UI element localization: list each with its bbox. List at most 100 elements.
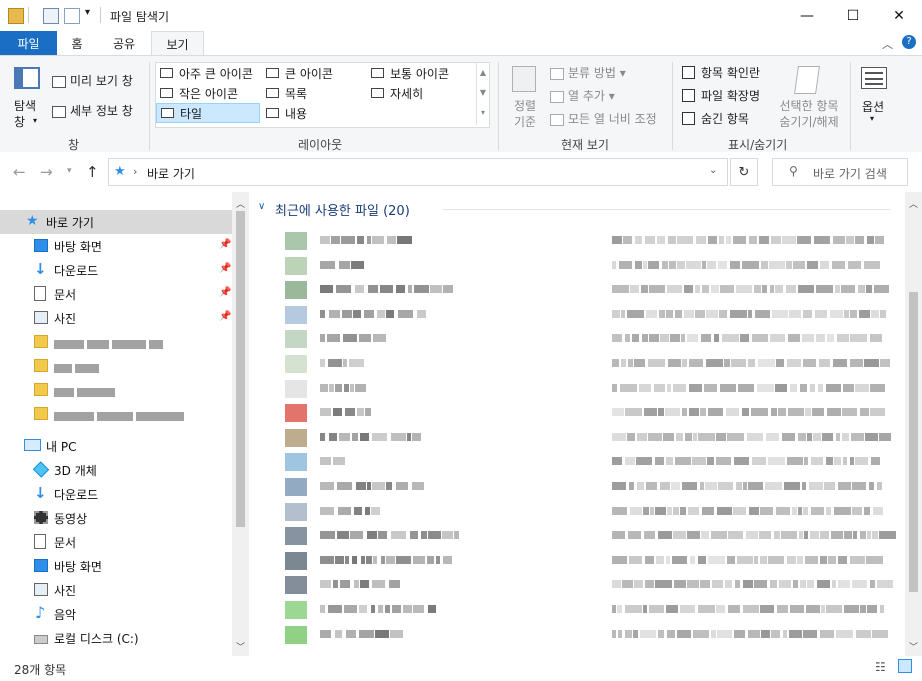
address-dropdown-icon[interactable]: ⌄: [709, 165, 717, 176]
sort-by-button[interactable]: 정렬 기준: [510, 98, 540, 130]
address-path[interactable]: 바로 가기: [147, 165, 195, 182]
nav-item-local-disk[interactable]: 로컬 디스크 (C:): [0, 626, 232, 650]
nav-item-pictures[interactable]: 사진: [0, 578, 232, 602]
file-tile[interactable]: [250, 573, 905, 597]
layout-content[interactable]: 내용: [266, 104, 307, 122]
nav-item-folder[interactable]: [0, 378, 232, 402]
nav-item-folder[interactable]: [0, 354, 232, 378]
group-by-button[interactable]: 분류 방법 ▾: [550, 64, 626, 81]
nav-item-desktop[interactable]: 바탕 화면 📌: [0, 234, 232, 258]
nav-item-documents[interactable]: 문서: [0, 530, 232, 554]
pin-icon[interactable]: 📌: [219, 239, 231, 250]
file-tile[interactable]: [250, 524, 905, 548]
content-scrollbar[interactable]: ︿ ﹀: [905, 192, 922, 656]
file-tile[interactable]: [250, 303, 905, 327]
refresh-button[interactable]: ↻: [730, 158, 758, 186]
add-column-button[interactable]: 열 추가 ▾: [550, 87, 615, 104]
nav-scrollbar[interactable]: ︿ ﹀: [232, 192, 249, 656]
new-folder-icon[interactable]: [64, 8, 80, 24]
nav-item-videos[interactable]: 동영상: [0, 506, 232, 530]
file-tile[interactable]: [250, 623, 905, 647]
nav-item-quick-access[interactable]: ★ 바로 가기: [0, 210, 232, 234]
close-button[interactable]: ✕: [876, 0, 922, 31]
scroll-down-icon[interactable]: ﹀: [909, 640, 918, 653]
hide-selected-icon[interactable]: [794, 66, 820, 94]
tab-share[interactable]: 공유: [104, 31, 144, 55]
hidden-items-checkbox[interactable]: [682, 112, 695, 125]
file-tile[interactable]: [250, 278, 905, 302]
recent-locations-button[interactable]: ▾: [67, 166, 72, 176]
nav-item-this-pc[interactable]: 내 PC: [0, 434, 232, 458]
layout-tiles[interactable]: 타일: [156, 103, 260, 123]
fit-columns-button[interactable]: 모든 열 너비 조정: [550, 110, 657, 127]
search-input[interactable]: ⚲ 바로 가기 검색: [772, 158, 908, 186]
help-icon[interactable]: ?: [902, 35, 916, 49]
file-tile[interactable]: [250, 254, 905, 278]
layout-details[interactable]: 자세히: [371, 84, 423, 102]
pin-icon[interactable]: 📌: [219, 287, 231, 298]
file-tile[interactable]: [250, 229, 905, 253]
file-tile[interactable]: [250, 352, 905, 376]
maximize-button[interactable]: ☐: [830, 0, 876, 31]
nav-item-folder[interactable]: [0, 402, 232, 426]
file-tile[interactable]: [250, 598, 905, 622]
navigation-pane-button[interactable]: 탐색 창: [14, 98, 36, 130]
scroll-up-icon[interactable]: ︿: [909, 197, 918, 210]
nav-item-documents[interactable]: 문서 📌: [0, 282, 232, 306]
layout-large-icons[interactable]: 큰 아이콘: [266, 64, 333, 82]
item-checkboxes-checkbox[interactable]: [682, 66, 695, 79]
tab-view[interactable]: 보기: [151, 31, 204, 57]
layout-extra-large-icons[interactable]: 아주 큰 아이콘: [160, 64, 253, 82]
file-tile[interactable]: [250, 377, 905, 401]
properties-icon[interactable]: [43, 8, 59, 24]
tab-file[interactable]: 파일: [0, 31, 57, 55]
layout-list[interactable]: 목록: [266, 84, 307, 102]
layout-small-icons[interactable]: 작은 아이콘: [160, 84, 238, 102]
file-tile[interactable]: [250, 549, 905, 573]
layout-medium-icons[interactable]: 보통 아이콘: [371, 64, 449, 82]
collapse-ribbon-icon[interactable]: ︿: [882, 36, 893, 52]
hide-selected-button[interactable]: 선택한 항목 숨기기/해제: [774, 98, 844, 130]
scroll-up-icon[interactable]: ︿: [236, 197, 245, 210]
nav-item-3d-objects[interactable]: 3D 개체: [0, 458, 232, 482]
chevron-down-icon[interactable]: ▾: [33, 116, 37, 125]
tab-home[interactable]: 홈: [62, 31, 92, 55]
details-pane-button[interactable]: 세부 정보 창: [52, 102, 133, 119]
pin-icon[interactable]: 📌: [219, 311, 231, 322]
folder-icon[interactable]: [8, 8, 24, 24]
file-tile[interactable]: [250, 426, 905, 450]
sort-by-icon[interactable]: [512, 66, 536, 92]
file-tile[interactable]: [250, 327, 905, 351]
navigation-pane-icon[interactable]: [14, 67, 40, 89]
large-icons-view-icon[interactable]: [898, 659, 912, 673]
file-tile[interactable]: [250, 500, 905, 524]
chevron-down-icon[interactable]: ▾: [85, 7, 90, 18]
scroll-thumb[interactable]: [909, 292, 918, 592]
address-field[interactable]: ★ › 바로 가기 ⌄: [108, 158, 728, 186]
preview-pane-button[interactable]: 미리 보기 창: [52, 72, 133, 89]
options-icon[interactable]: [861, 67, 887, 89]
nav-item-music[interactable]: ♪ 음악: [0, 602, 232, 626]
file-extensions-checkbox[interactable]: [682, 89, 695, 102]
details-view-icon[interactable]: ☷: [875, 660, 886, 674]
group-header[interactable]: 최근에 사용한 파일 (20): [275, 200, 410, 219]
file-tile[interactable]: [250, 401, 905, 425]
scroll-down-icon[interactable]: ﹀: [236, 640, 245, 653]
gallery-scroll[interactable]: ▲ ▼ ▾: [476, 63, 489, 125]
file-tile[interactable]: [250, 450, 905, 474]
chevron-down-icon[interactable]: ∨: [258, 201, 265, 212]
forward-button[interactable]: →: [40, 163, 53, 181]
nav-item-downloads[interactable]: ↓ 다운로드: [0, 482, 232, 506]
file-tile[interactable]: [250, 475, 905, 499]
nav-item-desktop[interactable]: 바탕 화면: [0, 554, 232, 578]
pin-icon[interactable]: 📌: [219, 263, 231, 274]
scroll-thumb[interactable]: [236, 211, 245, 527]
nav-item-pictures[interactable]: 사진 📌: [0, 306, 232, 330]
nav-item-downloads[interactable]: ↓ 다운로드 📌: [0, 258, 232, 282]
back-button[interactable]: ←: [13, 163, 26, 181]
nav-item-folder[interactable]: [0, 330, 232, 354]
options-button[interactable]: 옵션: [862, 98, 884, 115]
chevron-down-icon[interactable]: ▾: [870, 114, 874, 123]
minimize-button[interactable]: —: [784, 0, 830, 31]
up-button[interactable]: ↑: [86, 163, 99, 181]
